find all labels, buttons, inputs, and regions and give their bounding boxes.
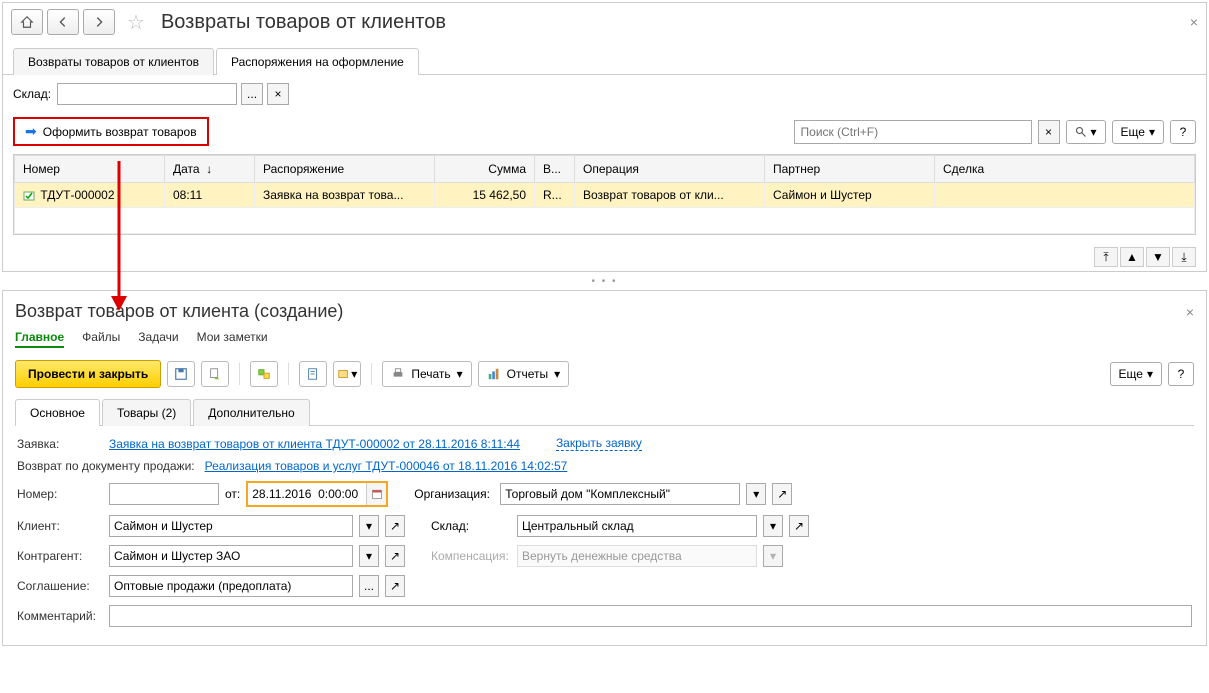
warehouse-filter-label: Склад: xyxy=(13,87,51,101)
search-clear[interactable]: × xyxy=(1038,120,1060,144)
home-button[interactable] xyxy=(11,9,43,35)
comp-label: Компенсация: xyxy=(431,549,511,563)
ctr-open[interactable]: ↗ xyxy=(385,545,405,567)
org-open[interactable]: ↗ xyxy=(772,483,792,505)
arrow-right-icon: ➡ xyxy=(25,123,37,140)
more-button[interactable]: Еще ▾ xyxy=(1112,120,1164,144)
ctr-dd[interactable]: ▾ xyxy=(359,545,379,567)
favorite-star-icon[interactable]: ☆ xyxy=(127,10,145,35)
agr-open[interactable]: ↗ xyxy=(385,575,405,597)
comment-label: Комментарий: xyxy=(17,609,103,623)
nav-top[interactable]: ⤒ xyxy=(1094,247,1118,267)
doc-help-button[interactable]: ? xyxy=(1168,362,1194,386)
create-return-button[interactable]: ➡ Оформить возврат товаров xyxy=(13,117,209,146)
number-input[interactable] xyxy=(109,483,219,505)
ftab-goods[interactable]: Товары (2) xyxy=(102,399,191,426)
return-doc-link[interactable]: Реализация товаров и услуг ТДУТ-000046 о… xyxy=(205,459,568,473)
warehouse-filter-open[interactable]: ... xyxy=(241,83,263,105)
search-input[interactable] xyxy=(794,120,1032,144)
col-sum[interactable]: Сумма xyxy=(435,156,535,183)
col-deal[interactable]: Сделка xyxy=(935,156,1195,183)
contragent-label: Контрагент: xyxy=(17,549,103,563)
subtab-tasks[interactable]: Задачи xyxy=(138,328,178,348)
tab-returns[interactable]: Возвраты товаров от клиентов xyxy=(13,48,214,75)
attach-button[interactable]: ▾ xyxy=(333,361,361,387)
col-op[interactable]: Операция xyxy=(575,156,765,183)
post-and-close-button[interactable]: Провести и закрыть xyxy=(15,360,161,388)
close-request-link[interactable]: Закрыть заявку xyxy=(556,436,642,451)
ftab-extra[interactable]: Дополнительно xyxy=(193,399,309,426)
split-handle[interactable]: • • • xyxy=(0,274,1209,288)
col-order[interactable]: Распоряжение xyxy=(255,156,435,183)
warehouse-filter-input[interactable] xyxy=(57,83,237,105)
comp-input xyxy=(517,545,757,567)
orders-table: Номер Дата ↓ Распоряжение Сумма В... Опе… xyxy=(14,155,1195,234)
col-cur[interactable]: В... xyxy=(535,156,575,183)
close-top-panel[interactable]: × xyxy=(1190,14,1198,30)
help-button[interactable]: ? xyxy=(1170,120,1196,144)
org-label: Организация: xyxy=(414,487,494,501)
save-button[interactable] xyxy=(167,361,195,387)
request-link[interactable]: Заявка на возврат товаров от клиента ТДУ… xyxy=(109,437,520,451)
calendar-button[interactable] xyxy=(366,483,386,505)
col-date[interactable]: Дата ↓ xyxy=(165,156,255,183)
post-button[interactable] xyxy=(201,361,229,387)
client-dd[interactable]: ▾ xyxy=(359,515,379,537)
wh-dd[interactable]: ▾ xyxy=(763,515,783,537)
ftab-main[interactable]: Основное xyxy=(15,399,100,426)
agreement-label: Соглашение: xyxy=(17,579,103,593)
col-number[interactable]: Номер xyxy=(15,156,165,183)
org-input[interactable] xyxy=(500,483,740,505)
wh-label: Склад: xyxy=(431,519,511,533)
return-doc-label: Возврат по документу продажи: xyxy=(17,459,195,473)
wh-input[interactable] xyxy=(517,515,757,537)
ot-label: от: xyxy=(225,487,240,501)
page-title: Возвраты товаров от клиентов xyxy=(161,11,446,34)
comp-dd: ▾ xyxy=(763,545,783,567)
subtab-files[interactable]: Файлы xyxy=(82,328,120,348)
request-label: Заявка: xyxy=(17,437,103,451)
doc-more-button[interactable]: Еще ▾ xyxy=(1110,362,1162,386)
tab-orders[interactable]: Распоряжения на оформление xyxy=(216,48,419,75)
reports-button[interactable]: Отчеты ▾ xyxy=(478,361,570,387)
print-button[interactable]: Печать ▾ xyxy=(382,361,471,387)
forward-button[interactable] xyxy=(83,9,115,35)
col-partner[interactable]: Партнер xyxy=(765,156,935,183)
number-label: Номер: xyxy=(17,487,103,501)
based-on-button[interactable] xyxy=(250,361,278,387)
warehouse-filter-clear[interactable]: × xyxy=(267,83,289,105)
org-dd[interactable]: ▾ xyxy=(746,483,766,505)
close-doc[interactable]: × xyxy=(1186,304,1194,320)
nav-up[interactable]: ▲ xyxy=(1120,247,1144,267)
date-input[interactable] xyxy=(248,483,366,505)
search-button[interactable]: ▾ xyxy=(1066,120,1106,144)
nav-down[interactable]: ▼ xyxy=(1146,247,1170,267)
create-return-label: Оформить возврат товаров xyxy=(43,125,197,139)
top-tabs: Возвраты товаров от клиентов Распоряжени… xyxy=(3,47,1206,75)
annotation-arrow xyxy=(109,161,129,314)
wh-open[interactable]: ↗ xyxy=(789,515,809,537)
client-open[interactable]: ↗ xyxy=(385,515,405,537)
comment-input[interactable] xyxy=(109,605,1192,627)
doc-title: Возврат товаров от клиента (создание) xyxy=(15,301,343,322)
back-button[interactable] xyxy=(47,9,79,35)
table-row[interactable]: ТДУТ-000002 08:11 Заявка на возврат това… xyxy=(15,183,1195,208)
agreement-input[interactable] xyxy=(109,575,353,597)
nav-bottom[interactable]: ⤓ xyxy=(1172,247,1196,267)
agr-ell[interactable]: ... xyxy=(359,575,379,597)
doc-icon-button[interactable] xyxy=(299,361,327,387)
subtab-notes[interactable]: Мои заметки xyxy=(197,328,268,348)
client-label: Клиент: xyxy=(17,519,103,533)
client-input[interactable] xyxy=(109,515,353,537)
subtab-main[interactable]: Главное xyxy=(15,328,64,348)
contragent-input[interactable] xyxy=(109,545,353,567)
